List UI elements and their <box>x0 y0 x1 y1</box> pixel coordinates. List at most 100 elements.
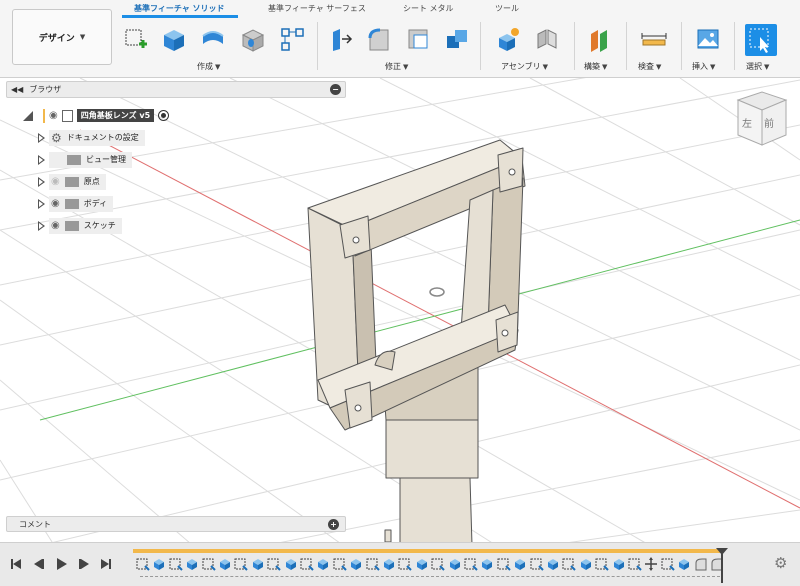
activate-radio-icon[interactable] <box>158 110 170 121</box>
sketch-feature-icon[interactable] <box>300 557 314 571</box>
sketch-feature-icon[interactable] <box>366 557 380 571</box>
origin-marker <box>429 287 445 297</box>
sketch-feature-icon[interactable] <box>497 557 511 571</box>
extrude-feature-icon[interactable] <box>480 557 494 571</box>
revolve-tool[interactable] <box>199 25 227 53</box>
joint-tool[interactable] <box>533 25 561 53</box>
extrude-feature-icon[interactable] <box>448 557 462 571</box>
sketch-feature-icon[interactable] <box>169 557 183 571</box>
tab-sheet-metal[interactable]: シート メタル <box>403 3 454 14</box>
insert-canvas-tool[interactable] <box>694 25 722 53</box>
browser-item-document-settings[interactable]: ⚙ ドキュメントの設定 <box>38 129 145 146</box>
sketch-feature-icon[interactable] <box>562 557 577 571</box>
inspect-menu[interactable]: 検査 ▼ <box>638 61 661 72</box>
eye-icon[interactable]: ◉ <box>51 198 60 209</box>
hole-tool[interactable] <box>238 25 266 53</box>
combine-tool[interactable] <box>443 25 471 53</box>
expand-triangle-icon[interactable] <box>38 176 45 187</box>
root-component-label[interactable]: 四角基板レンズ v5 <box>76 109 155 122</box>
collapse-triangle-icon[interactable] <box>22 110 34 122</box>
browser-item-bodies[interactable]: ◉ ボディ <box>38 195 114 212</box>
tab-solid[interactable]: 基準フィーチャ ソリッド <box>134 3 225 14</box>
pattern-icon <box>281 28 304 51</box>
viewcube-front-face[interactable]: 前 <box>764 115 774 130</box>
comments-panel-header[interactable]: コメント + <box>6 516 346 532</box>
expand-triangle-icon[interactable] <box>38 220 45 231</box>
modify-menu[interactable]: 修正 ▼ <box>385 61 408 72</box>
extrude-feature-icon[interactable] <box>415 557 429 571</box>
chevron-down-icon: ▼ <box>710 63 716 71</box>
active-tab-indicator <box>122 15 238 18</box>
extrude-feature-icon[interactable] <box>382 557 396 571</box>
browser-item-sketches[interactable]: ◉ スケッチ <box>38 217 122 234</box>
insert-menu[interactable]: 挿入 ▼ <box>692 61 715 72</box>
fillet-feature-icon[interactable] <box>694 557 708 571</box>
timeline-marker[interactable] <box>715 547 729 583</box>
sketch-feature-icon[interactable] <box>398 557 413 571</box>
sketch-feature-icon[interactable] <box>136 557 150 571</box>
measure-tool[interactable] <box>640 25 668 53</box>
sketch-feature-icon[interactable] <box>202 557 216 571</box>
extrude-feature-icon[interactable] <box>513 557 527 571</box>
step-forward-icon[interactable] <box>78 557 90 571</box>
eye-icon[interactable]: ◉ <box>51 220 60 231</box>
extrude-feature-icon[interactable] <box>152 557 166 571</box>
go-to-end-icon[interactable] <box>100 557 112 571</box>
eye-icon[interactable]: ◉ <box>49 110 58 121</box>
sketch-feature-icon[interactable] <box>431 557 445 571</box>
select-menu[interactable]: 選択 ▼ <box>746 61 769 72</box>
expand-triangle-icon[interactable] <box>38 198 45 209</box>
minus-icon[interactable]: − <box>330 84 341 95</box>
plus-icon[interactable]: + <box>328 518 339 530</box>
extrude-feature-icon[interactable] <box>349 557 363 571</box>
sketch-feature-icon[interactable] <box>234 557 249 571</box>
expand-triangle-icon[interactable] <box>38 132 45 143</box>
assemble-menu[interactable]: アセンブリ ▼ <box>501 61 548 72</box>
model-body[interactable] <box>307 139 526 568</box>
sketch-feature-icon[interactable] <box>530 557 544 571</box>
create-menu[interactable]: 作成 ▼ <box>197 61 220 72</box>
tab-tools[interactable]: ツール <box>495 3 519 14</box>
browser-item-origin[interactable]: ◉ 原点 <box>38 173 106 190</box>
browser-item-view-management[interactable]: ビュー管理 <box>38 151 132 168</box>
browser-root-row[interactable]: ◉ 四角基板レンズ v5 <box>22 107 170 124</box>
gear-icon[interactable]: ⚙ <box>774 554 787 572</box>
sketch-feature-icon[interactable] <box>464 557 478 571</box>
eye-hidden-icon[interactable]: ◉ <box>51 176 60 187</box>
select-tool[interactable] <box>745 24 777 56</box>
sketch-feature-icon[interactable] <box>628 557 642 571</box>
move-feature-icon[interactable] <box>644 557 658 571</box>
expand-triangle-icon[interactable] <box>38 154 45 165</box>
offset-plane-tool[interactable] <box>585 25 613 53</box>
extrude-feature-icon[interactable] <box>284 557 298 571</box>
browser-panel-header[interactable]: ◀◀ ブラウザ − <box>6 81 346 98</box>
sketch-feature-icon[interactable] <box>595 557 609 571</box>
construct-menu[interactable]: 構築 ▼ <box>584 61 607 72</box>
extrude-feature-icon[interactable] <box>612 557 626 571</box>
extrude-feature-icon[interactable] <box>185 557 199 571</box>
shell-tool[interactable] <box>404 25 432 53</box>
play-icon[interactable] <box>56 557 68 571</box>
new-component-icon <box>499 28 519 51</box>
sketch-feature-icon[interactable] <box>661 557 675 571</box>
step-back-icon[interactable] <box>33 557 45 571</box>
fillet-tool[interactable] <box>365 25 393 53</box>
tab-surface[interactable]: 基準フィーチャ サーフェス <box>268 3 366 14</box>
workspace-switcher[interactable]: デザイン ▼ <box>12 9 112 65</box>
extrude-feature-icon[interactable] <box>251 557 265 571</box>
extrude-feature-icon[interactable] <box>546 557 560 571</box>
collapse-left-icon[interactable]: ◀◀ <box>11 85 23 94</box>
extrude-tool[interactable] <box>159 25 187 53</box>
create-sketch-tool[interactable] <box>122 25 150 53</box>
pattern-tool[interactable] <box>278 25 306 53</box>
extrude-feature-icon[interactable] <box>316 557 330 571</box>
press-pull-tool[interactable] <box>327 25 355 53</box>
go-to-start-icon[interactable] <box>10 557 22 571</box>
extrude-feature-icon[interactable] <box>677 557 691 571</box>
viewcube-left-face[interactable]: 左 <box>742 115 752 130</box>
extrude-feature-icon[interactable] <box>218 557 232 571</box>
sketch-feature-icon[interactable] <box>333 557 347 571</box>
new-component-tool[interactable] <box>494 25 522 53</box>
sketch-feature-icon[interactable] <box>267 557 281 571</box>
extrude-feature-icon[interactable] <box>579 557 593 571</box>
